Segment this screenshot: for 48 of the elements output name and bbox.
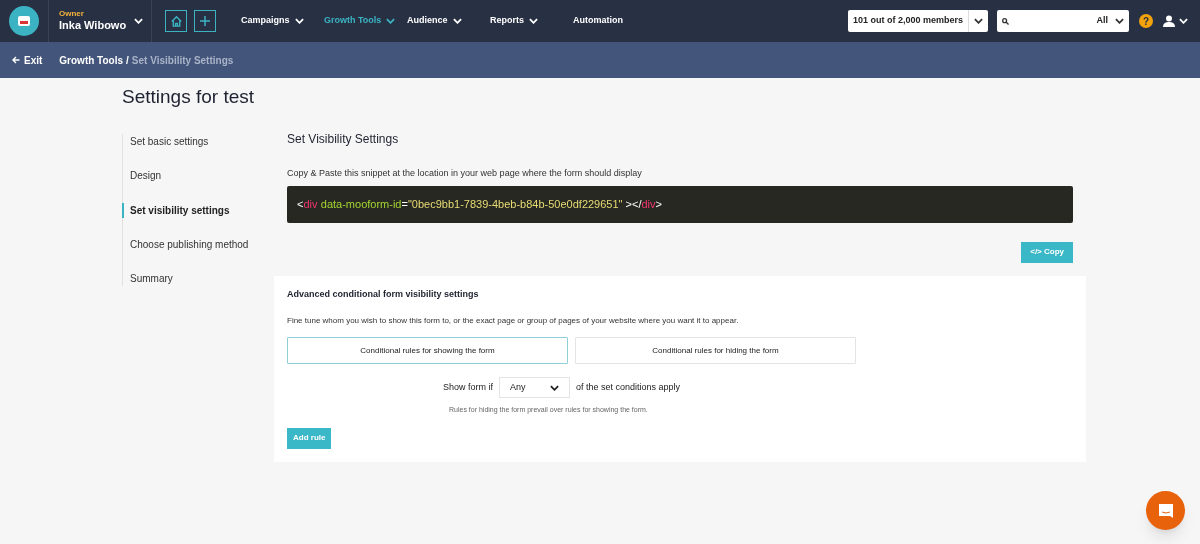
nav-menu-item[interactable]: Audience — [407, 14, 490, 28]
rules-tab[interactable]: Conditional rules for hiding the form — [575, 337, 856, 364]
avatar-icon — [9, 6, 39, 36]
nav-menu-item[interactable]: Campaigns — [241, 14, 324, 28]
section-title: Set Visibility Settings — [287, 131, 400, 148]
plus-icon — [199, 15, 211, 27]
breadcrumb-current: Set Visibility Settings — [131, 53, 234, 68]
chevron-down-icon — [452, 18, 462, 24]
step-item[interactable]: Set visibility settings — [122, 202, 274, 218]
chevron-down-icon — [386, 18, 396, 24]
breadcrumb-link[interactable]: Growth Tools — [59, 52, 124, 68]
chevron-down-icon — [1179, 18, 1188, 24]
search-field[interactable]: All — [997, 10, 1129, 32]
home-button[interactable] — [165, 10, 187, 32]
step-item[interactable]: Choose publishing method — [122, 236, 274, 252]
chevron-down-icon — [1115, 18, 1124, 24]
help-icon[interactable]: ? — [1139, 14, 1153, 28]
user-menu[interactable] — [1163, 15, 1188, 27]
user-icon — [1163, 15, 1175, 27]
step-item[interactable]: Set basic settings — [122, 134, 274, 149]
breadcrumb-separator: / — [126, 53, 129, 68]
home-icon — [169, 14, 183, 28]
nav-menu-item[interactable]: Automation — [573, 14, 656, 28]
step-item[interactable]: Summary — [122, 271, 274, 286]
chat-icon — [1156, 501, 1175, 520]
step-item[interactable]: Design — [122, 168, 274, 184]
condition-label: Show form if — [443, 380, 493, 394]
chat-button[interactable] — [1146, 491, 1185, 530]
arrow-left-icon — [12, 56, 20, 64]
advanced-description: Fine tune whom you wish to show this form to, or the exact page or group of pages of your website where you want it to appear. — [287, 315, 740, 327]
chevron-down-icon — [974, 18, 983, 24]
search-icon — [1002, 17, 1009, 25]
chevron-down-icon — [550, 384, 559, 391]
advanced-title: Advanced conditional form visibility settings — [287, 287, 480, 301]
add-button[interactable] — [194, 10, 216, 32]
nav-menu-item[interactable]: Reports — [490, 14, 573, 28]
condition-label: of the set conditions apply — [576, 380, 681, 394]
nav-menu-item[interactable]: Growth Tools — [324, 14, 407, 28]
chevron-down-icon — [134, 18, 143, 24]
exit-link[interactable]: Exit — [12, 52, 43, 68]
members-dropdown[interactable]: 101 out of 2,000 members — [847, 10, 988, 32]
page-title: Settings for test — [122, 85, 255, 109]
condition-select[interactable]: Any — [499, 377, 570, 398]
rules-tab[interactable]: Conditional rules for showing the form — [287, 337, 568, 364]
snippet-hint: Copy & Paste this snippet at the location in your web page where the form should display — [287, 167, 643, 180]
chevron-down-icon — [529, 18, 538, 24]
code-snippet: <div data-mooform-id="0bec9bb1-7839-4beb-b84b-50e0df229651" ></div> — [287, 185, 1073, 223]
chevron-down-icon — [294, 18, 304, 24]
